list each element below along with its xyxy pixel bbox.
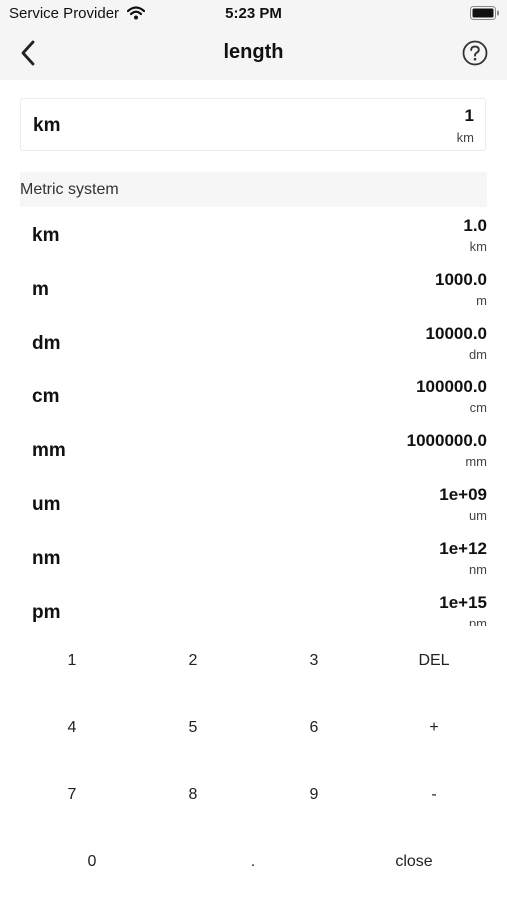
close-key[interactable]: close xyxy=(374,842,454,882)
numeric-keypad: 1 2 3 DEL 4 5 6 + 7 8 9 - 0 . close xyxy=(0,627,507,900)
plus-key[interactable]: + xyxy=(394,708,474,748)
key-2[interactable]: 2 xyxy=(153,641,233,681)
unit-name: mm xyxy=(32,440,66,462)
unit-suffix: nm xyxy=(468,561,487,577)
unit-suffix: um xyxy=(468,507,487,523)
key-6[interactable]: 6 xyxy=(274,708,354,748)
minus-key[interactable]: - xyxy=(394,775,474,815)
unit-suffix: km xyxy=(469,239,487,254)
key-8[interactable]: 8 xyxy=(153,775,233,815)
unit-value: 100000.0 xyxy=(416,377,487,397)
unit-value: 10000.0 xyxy=(425,323,487,343)
chevron-left-icon xyxy=(21,40,35,66)
input-value: 1 xyxy=(464,106,474,125)
unit-list[interactable]: km 1.0 km m 1000.0 m dm 10000.0 dm cm 10… xyxy=(20,208,487,626)
unit-suffix: dm xyxy=(468,346,487,362)
key-5[interactable]: 5 xyxy=(153,708,233,748)
input-unit-label: km xyxy=(33,115,61,136)
unit-suffix: cm xyxy=(469,400,487,416)
key-3[interactable]: 3 xyxy=(274,641,354,681)
screen: Service Provider 5:23 PM length km 1 km xyxy=(0,0,507,900)
unit-name: um xyxy=(32,493,61,515)
unit-suffix: pm xyxy=(468,615,487,626)
decimal-key[interactable]: . xyxy=(213,842,293,882)
key-7[interactable]: 7 xyxy=(32,775,112,815)
unit-row-dm[interactable]: dm 10000.0 dm xyxy=(20,316,487,370)
key-9[interactable]: 9 xyxy=(274,775,354,815)
unit-name: km xyxy=(32,225,60,246)
help-button[interactable] xyxy=(461,39,489,67)
input-card[interactable]: km 1 km xyxy=(20,98,486,151)
delete-key[interactable]: DEL xyxy=(394,641,474,681)
unit-name: m xyxy=(32,278,49,300)
page-title: length xyxy=(223,41,284,63)
unit-name: dm xyxy=(32,332,61,354)
input-unit-suffix: km xyxy=(456,130,474,145)
unit-value: 1000.0 xyxy=(435,269,487,289)
back-button[interactable] xyxy=(14,38,44,68)
unit-value: 1.0 xyxy=(463,216,487,235)
unit-name: pm xyxy=(32,601,61,623)
key-4[interactable]: 4 xyxy=(32,708,112,748)
unit-value: 1e+12 xyxy=(439,538,487,558)
unit-row-m[interactable]: m 1000.0 m xyxy=(20,262,487,316)
unit-name: cm xyxy=(32,386,60,408)
unit-value: 1e+09 xyxy=(439,484,487,504)
unit-suffix: mm xyxy=(465,454,487,470)
unit-name: nm xyxy=(32,547,61,569)
key-0[interactable]: 0 xyxy=(52,842,132,882)
unit-row-nm[interactable]: nm 1e+12 nm xyxy=(20,531,487,585)
status-bar: Service Provider 5:23 PM xyxy=(0,0,507,28)
section-title: Metric system xyxy=(20,181,119,198)
unit-row-mm[interactable]: mm 1000000.0 mm xyxy=(20,423,487,477)
unit-suffix: m xyxy=(476,292,487,308)
key-1[interactable]: 1 xyxy=(32,641,112,681)
status-time: 5:23 PM xyxy=(225,5,282,22)
nav-bar: length xyxy=(0,28,507,80)
unit-value: 1e+15 xyxy=(439,592,487,612)
section-header: Metric system xyxy=(20,172,487,207)
battery-icon xyxy=(470,6,499,20)
unit-value: 1000000.0 xyxy=(406,431,487,451)
unit-row-km[interactable]: km 1.0 km xyxy=(20,208,487,262)
unit-row-pm[interactable]: pm 1e+15 pm xyxy=(20,585,487,626)
unit-row-cm[interactable]: cm 100000.0 cm xyxy=(20,369,487,423)
unit-row-um[interactable]: um 1e+09 um xyxy=(20,477,487,531)
